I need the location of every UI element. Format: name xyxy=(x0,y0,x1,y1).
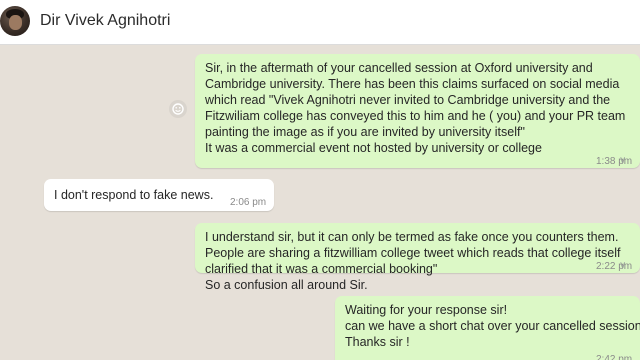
message-timestamp: 2:42 pm xyxy=(596,354,633,360)
message-bubble-outgoing[interactable]: Sir, in the aftermath of your cancelled … xyxy=(195,54,640,168)
message-text: Sir, in the aftermath of your cancelled … xyxy=(205,61,593,75)
contact-name[interactable]: Dir Vivek Agnihotri xyxy=(40,12,170,30)
message-text: painting the image as if you are invited… xyxy=(205,125,525,139)
message-bubble-incoming[interactable]: I don't respond to fake news. 2:06 pm xyxy=(44,179,274,211)
smiley-icon[interactable] xyxy=(169,100,187,118)
message-text: Thanks sir ! xyxy=(345,335,410,349)
message-bubble-outgoing[interactable]: I understand sir, but it can only be ter… xyxy=(195,223,640,292)
chat-header: Dir Vivek Agnihotri xyxy=(0,0,640,45)
message-text: So a confusion all around Sir. xyxy=(205,278,368,292)
avatar-face xyxy=(9,15,22,30)
message-timestamp: 2:06 pm xyxy=(230,197,267,208)
message-text: It was a commercial event not hosted by … xyxy=(205,141,542,155)
message-timestamp: 1:38 pm xyxy=(596,156,633,167)
message-text: clarified that it was a commercial booki… xyxy=(205,262,438,276)
chevron-down-icon[interactable]: ∨ xyxy=(619,153,626,169)
message-text: Waiting for your response sir! xyxy=(345,303,508,317)
message-timestamp: 2:22 pm xyxy=(596,261,633,272)
message-text: which read "Vivek Agnihotri never invite… xyxy=(205,93,611,107)
chevron-down-icon[interactable]: ∨ xyxy=(619,258,626,274)
message-text: Cambridge university. There has been thi… xyxy=(205,77,620,91)
message-text: can we have a short chat over your cance… xyxy=(345,319,640,333)
message-text: I understand sir, but it can only be ter… xyxy=(205,230,619,244)
message-text: People are sharing a fitzwilliam college… xyxy=(205,246,621,260)
message-text: Fitzwiliam college has conveyed this to … xyxy=(205,109,626,123)
message-bubble-outgoing[interactable]: Waiting for your response sir! can we ha… xyxy=(335,296,640,360)
contact-avatar[interactable] xyxy=(0,6,30,36)
